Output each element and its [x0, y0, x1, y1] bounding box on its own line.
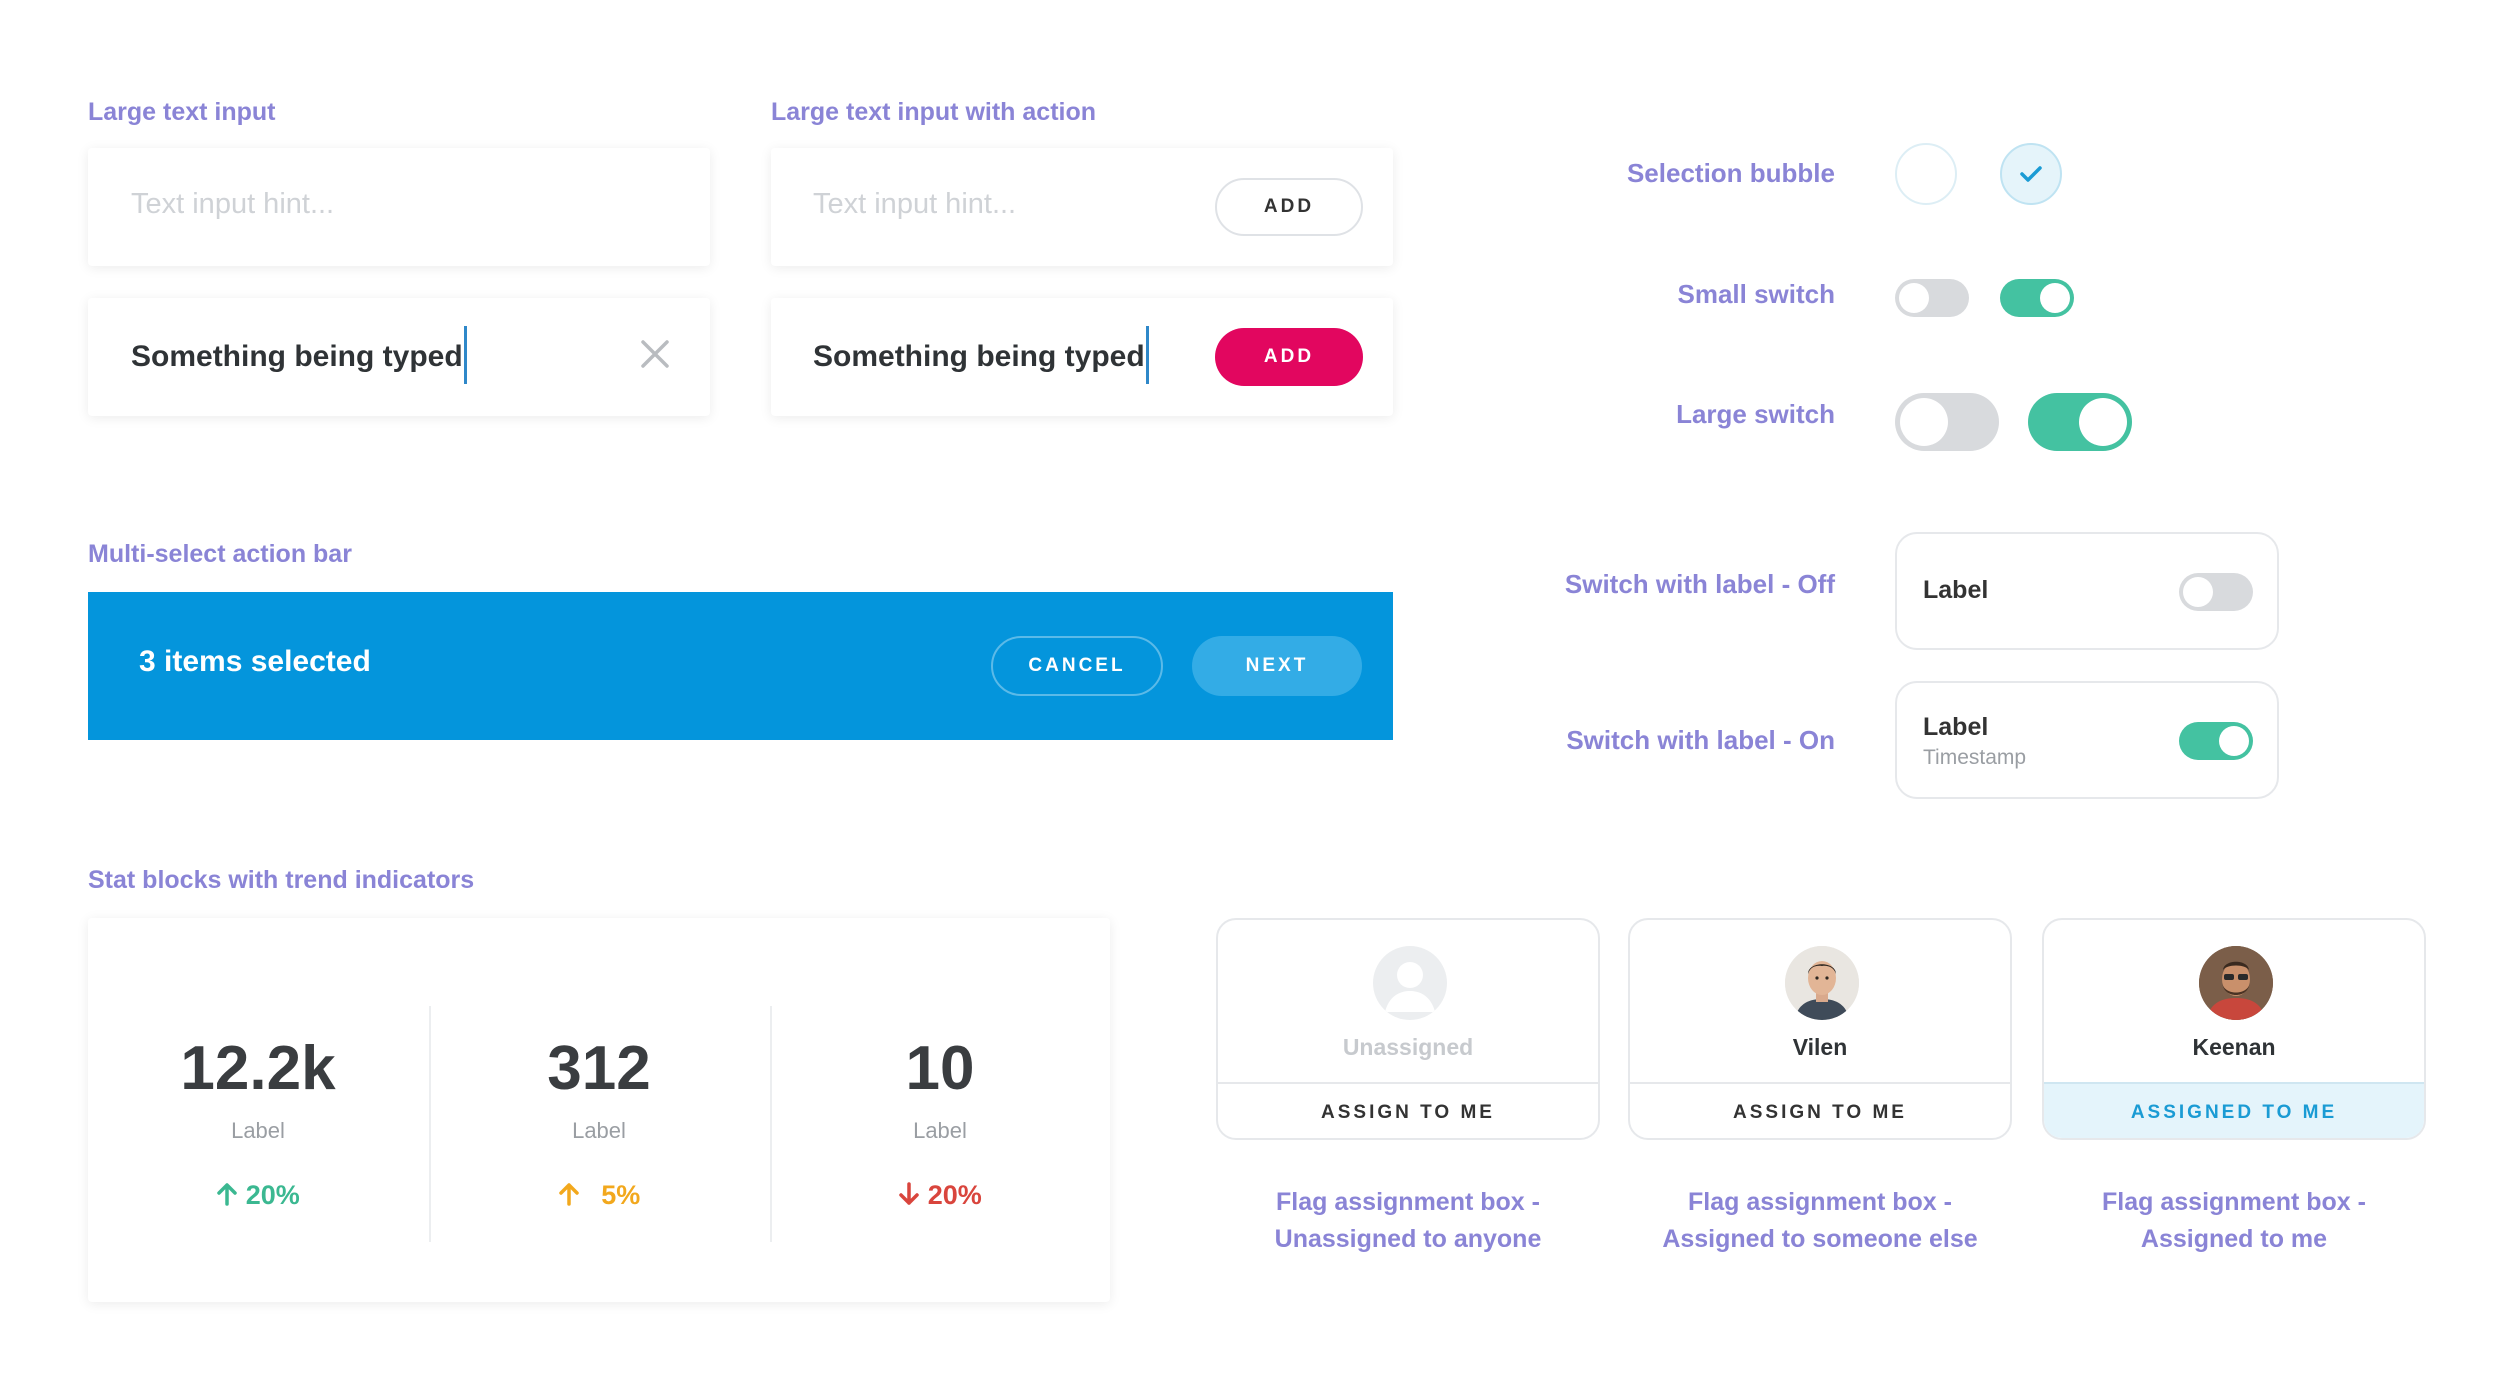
switch-with-label-on[interactable]: Label Timestamp	[1895, 681, 2279, 799]
large-text-input-typed[interactable]: Something being typed	[88, 298, 710, 416]
stat-label: Label	[913, 1118, 967, 1143]
avatar	[1785, 946, 1859, 1020]
selection-bubble-checked[interactable]	[2000, 143, 2062, 205]
label-switch-with-label-on: Switch with label - On	[1566, 725, 1835, 755]
caption-line: Flag assignment box -	[1276, 1188, 1540, 1216]
add-button[interactable]: ADD	[1215, 178, 1363, 236]
stat-trend-value: 5%	[601, 1180, 641, 1210]
arrow-down-icon	[899, 1182, 919, 1205]
section-title-large-text-input-action: Large text input with action	[771, 98, 1097, 126]
flag-caption-unassigned: Flag assignment box - Unassigned to anyo…	[1198, 1184, 1618, 1258]
switch-box-label: Label	[1923, 576, 1989, 604]
arrow-up-icon	[217, 1183, 237, 1206]
assignee-name: Keenan	[2192, 1034, 2276, 1060]
stat-block: 312 Label 5%	[429, 918, 769, 1302]
avatar-portrait-icon	[2199, 946, 2273, 1020]
section-title-stat-blocks: Stat blocks with trend indicators	[88, 866, 475, 894]
stat-trend: 20%	[88, 1180, 428, 1211]
label-switch-with-label-off: Switch with label - Off	[1564, 569, 1835, 599]
large-switch-on[interactable]	[2028, 393, 2132, 451]
small-switch-off[interactable]	[1895, 279, 1969, 317]
switch-knob	[1899, 283, 1929, 313]
assign-to-me-button[interactable]: ASSIGN TO ME	[1630, 1082, 2010, 1138]
input-value: Something being typed	[813, 326, 1149, 384]
avatar-portrait-icon	[1785, 946, 1859, 1020]
stat-value: 10	[905, 1034, 975, 1103]
stat-blocks-card: 12.2k Label 20% 312 Label 5% 10 Label 20…	[88, 918, 1110, 1302]
labeled-switch-on[interactable]	[2179, 722, 2253, 760]
multi-select-action-bar: 3 items selected CANCEL NEXT	[88, 592, 1393, 740]
clear-icon[interactable]	[639, 338, 671, 370]
caption-line: Assigned to someone else	[1662, 1225, 1978, 1253]
cancel-button[interactable]: CANCEL	[991, 636, 1163, 696]
switch-box-timestamp: Timestamp	[1923, 746, 2027, 769]
switch-knob	[1900, 398, 1948, 446]
caption-line: Flag assignment box -	[1688, 1188, 1952, 1216]
assign-to-me-button[interactable]: ASSIGN TO ME	[1218, 1082, 1598, 1138]
switch-knob	[2079, 398, 2127, 446]
stat-label: Label	[231, 1118, 285, 1143]
avatar-placeholder	[1373, 946, 1447, 1020]
avatar	[2199, 946, 2273, 1020]
assignee-name: Unassigned	[1342, 1034, 1474, 1060]
input-value-text: Something being typed	[131, 339, 463, 373]
caption-line: Assigned to me	[2140, 1225, 2328, 1253]
caption-line: Unassigned to anyone	[1274, 1225, 1542, 1253]
next-button[interactable]: NEXT	[1192, 636, 1362, 696]
stat-block: 12.2k Label 20%	[88, 918, 428, 1302]
small-switch-on[interactable]	[2000, 279, 2074, 317]
input-value: Something being typed	[131, 326, 467, 384]
input-hint: Text input hint...	[813, 188, 1017, 220]
caption-line: Flag assignment box -	[2102, 1188, 2366, 1216]
flag-box-unassigned: Unassigned ASSIGN TO ME	[1216, 918, 1600, 1140]
switch-knob	[2183, 577, 2213, 607]
switch-knob	[2040, 283, 2070, 313]
label-small-switch: Small switch	[1677, 279, 1836, 309]
switch-knob	[2219, 726, 2249, 756]
input-hint: Text input hint...	[131, 188, 335, 220]
label-large-switch: Large switch	[1676, 399, 1835, 429]
stat-trend: 20%	[770, 1180, 1110, 1211]
switch-box-label: Label	[1923, 713, 1989, 741]
flag-box-assigned-other: Vilen ASSIGN TO ME	[1628, 918, 2012, 1140]
arrow-up-icon	[558, 1183, 579, 1206]
section-title-large-text-input: Large text input	[88, 98, 276, 126]
section-title-multi-select: Multi-select action bar	[88, 540, 352, 568]
labeled-switch-off[interactable]	[2179, 573, 2253, 611]
text-input-with-action-empty[interactable]: Text input hint... ADD	[771, 148, 1393, 266]
selection-bubble-empty[interactable]	[1895, 143, 1957, 205]
stat-trend: 5%	[429, 1180, 769, 1211]
user-placeholder-icon	[1385, 962, 1435, 1012]
stat-trend-value: 20%	[245, 1180, 300, 1210]
large-text-input-empty[interactable]: Text input hint...	[88, 148, 710, 266]
stat-block: 10 Label 20%	[770, 918, 1110, 1302]
selected-count-text: 3 items selected	[139, 645, 371, 678]
text-caret	[463, 326, 467, 384]
assigned-to-me-button[interactable]: ASSIGNED TO ME	[2044, 1082, 2424, 1138]
input-value-text: Something being typed	[813, 339, 1145, 373]
label-selection-bubble: Selection bubble	[1626, 158, 1835, 188]
text-input-with-action-typed[interactable]: Something being typed ADD	[771, 298, 1393, 416]
large-switch-off[interactable]	[1895, 393, 1999, 451]
assignee-name: Vilen	[1792, 1034, 1848, 1060]
switch-with-label-off[interactable]: Label	[1895, 532, 2279, 650]
flag-box-assigned-me: Keenan ASSIGNED TO ME	[2042, 918, 2426, 1140]
flag-caption-assigned-me: Flag assignment box - Assigned to me	[2024, 1184, 2444, 1258]
add-button-active[interactable]: ADD	[1215, 328, 1363, 386]
stat-value: 12.2k	[180, 1034, 336, 1103]
stat-value: 312	[547, 1034, 651, 1103]
stat-trend-value: 20%	[927, 1180, 982, 1210]
text-caret	[1145, 326, 1149, 384]
flag-caption-assigned-other: Flag assignment box - Assigned to someon…	[1610, 1184, 2030, 1258]
check-icon	[2020, 166, 2042, 182]
stat-label: Label	[572, 1118, 626, 1143]
